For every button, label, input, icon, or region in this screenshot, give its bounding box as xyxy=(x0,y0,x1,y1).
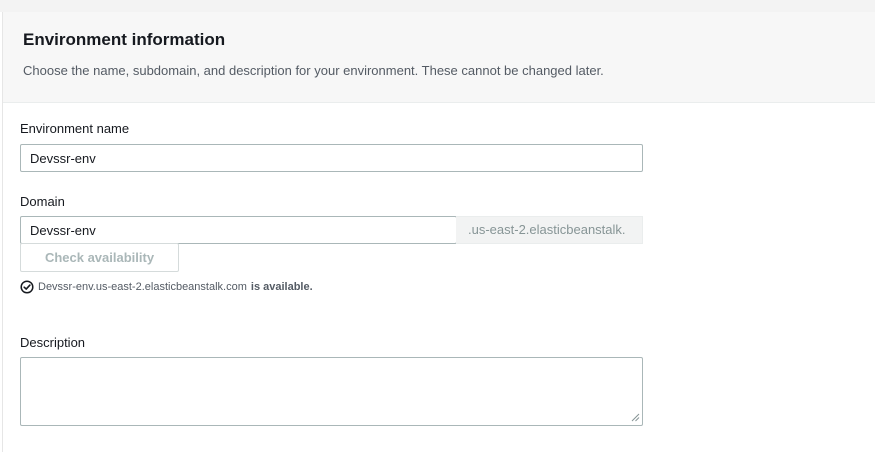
domain-input[interactable] xyxy=(20,216,457,244)
top-strip xyxy=(0,0,875,12)
availability-status-text: is available. xyxy=(250,281,313,293)
panel-header: Environment information Choose the name,… xyxy=(3,12,875,103)
section-description: Choose the name, subdomain, and descript… xyxy=(23,63,604,78)
domain-label: Domain xyxy=(20,194,65,209)
check-circle-icon xyxy=(20,280,34,294)
check-availability-button[interactable]: Check availability xyxy=(20,243,179,272)
description-label: Description xyxy=(20,335,86,350)
section-title: Environment information xyxy=(23,30,226,49)
page: Environment information Choose the name,… xyxy=(0,0,875,452)
availability-url: Devssr-env.us-east-2.elasticbeanstalk.co… xyxy=(38,281,247,293)
availability-status: Devssr-env.us-east-2.elasticbeanstalk.co… xyxy=(20,279,313,295)
description-textarea[interactable] xyxy=(20,357,643,426)
domain-suffix: .us-east-2.elasticbeanstalk. xyxy=(456,216,643,244)
environment-name-label: Environment name xyxy=(20,121,130,136)
environment-name-input[interactable] xyxy=(20,144,643,172)
resize-handle-icon[interactable] xyxy=(631,413,640,422)
